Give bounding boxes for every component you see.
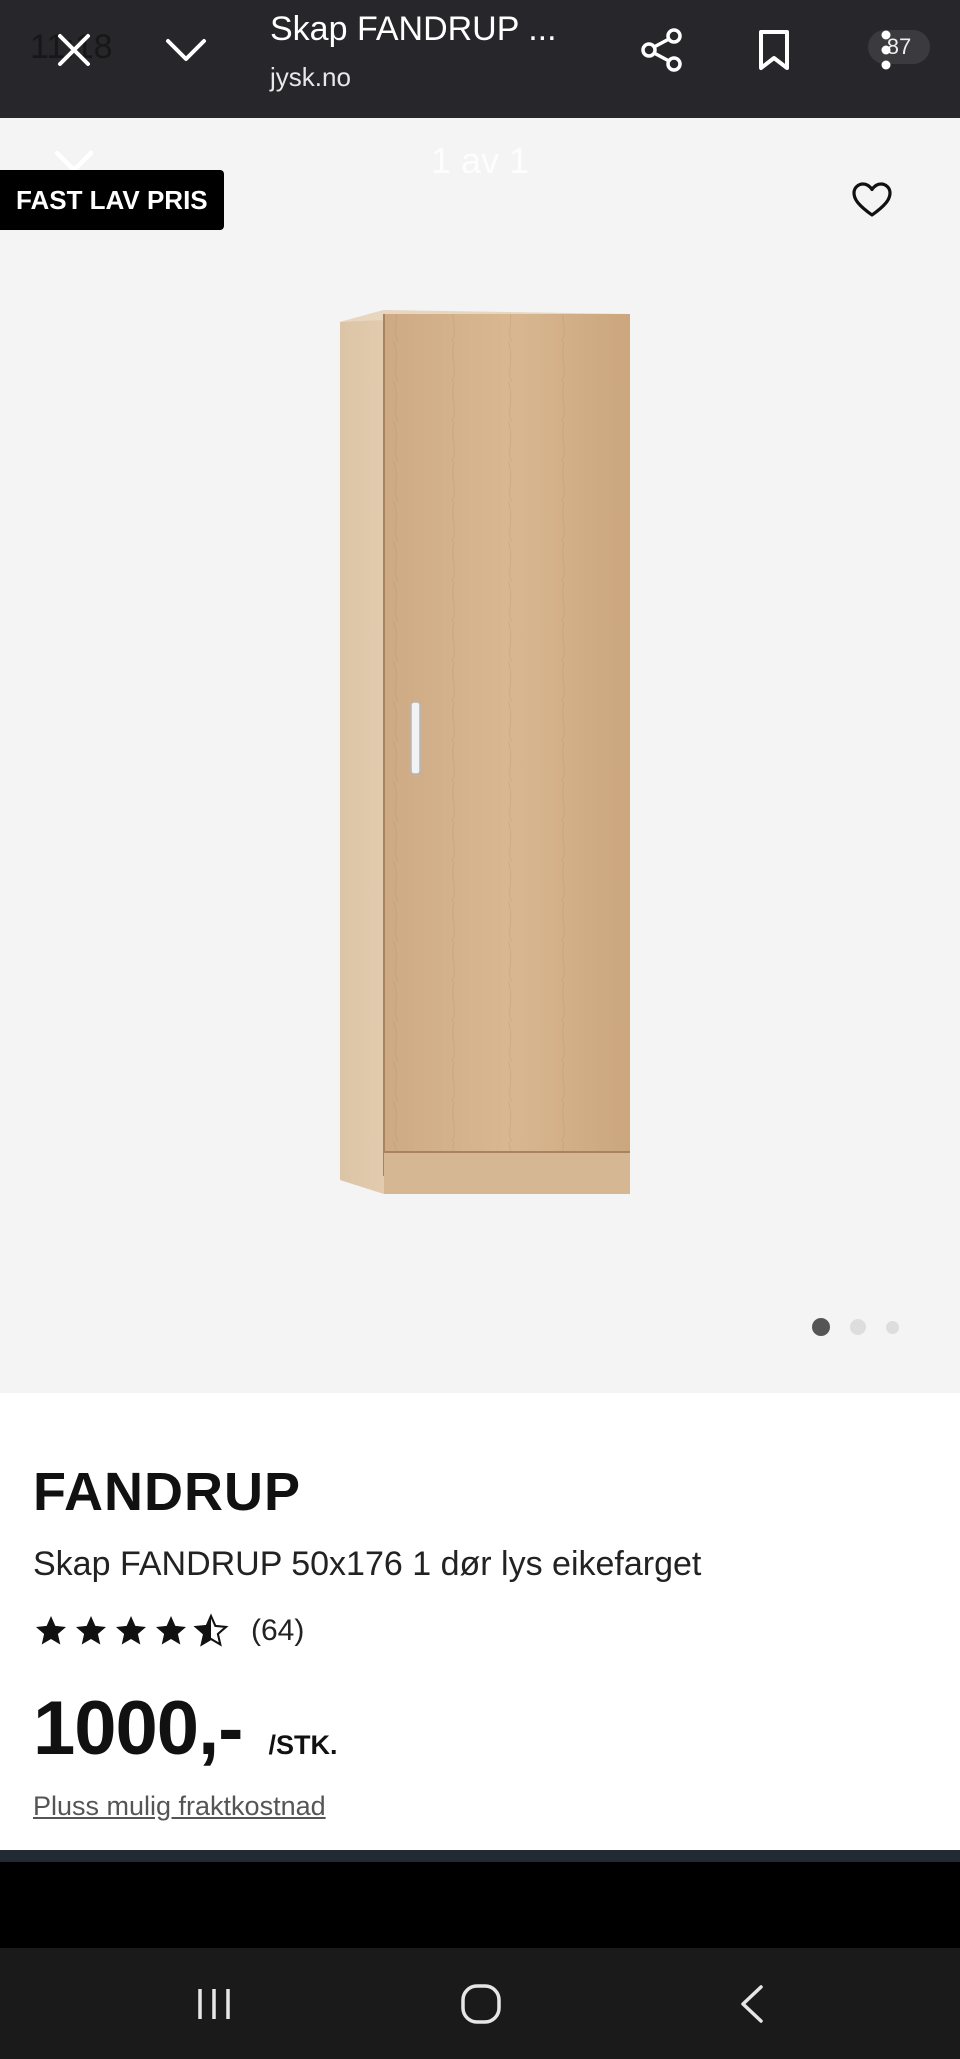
home-icon[interactable] [449,1972,513,2036]
chevron-down-icon[interactable] [158,22,214,78]
page-title[interactable]: Skap FANDRUP ... [270,10,557,49]
product-image [340,310,630,1194]
star-icon [76,1616,106,1645]
back-icon[interactable] [720,1972,784,2036]
bookmark-icon[interactable] [746,22,802,78]
divider [0,1850,960,1862]
product-price: 1000,- [33,1686,243,1771]
recent-apps-icon[interactable] [182,1972,246,2036]
screen: 11:18 87 Skap FANDRUP ... jysk.no [0,0,960,2059]
price-row: 1000,- /STK. [33,1685,338,1772]
product-image-gallery[interactable]: 1 av 1 FAST LAV PRIS [0,118,960,1393]
shipping-cost-link[interactable]: Pluss mulig fraktkostnad [33,1791,326,1822]
price-badge: FAST LAV PRIS [0,170,224,230]
star-rating [33,1613,229,1649]
carousel-dot[interactable] [886,1320,899,1334]
product-name: Skap FANDRUP 50x176 1 dør lys eikefarget [33,1545,702,1583]
star-icon [116,1616,146,1645]
star-icon [156,1616,186,1645]
browser-top-bar: 11:18 87 Skap FANDRUP ... jysk.no [0,0,960,118]
carousel-dot[interactable] [850,1319,866,1335]
more-vertical-icon[interactable] [858,22,914,78]
product-info: FANDRUP Skap FANDRUP 50x176 1 dør lys ei… [0,1393,960,1850]
close-icon[interactable] [46,22,102,78]
half-star-icon [193,1613,229,1647]
review-count[interactable]: (64) [251,1614,304,1648]
carousel-dot-active[interactable] [812,1318,830,1336]
favorite-heart-icon[interactable] [846,174,898,226]
rating-row[interactable]: (64) [33,1613,304,1649]
star-icon [36,1616,66,1645]
product-brand: FANDRUP [33,1462,302,1522]
carousel-dots[interactable] [812,1318,899,1336]
empty-area [0,1862,960,1948]
price-unit: /STK. [268,1730,338,1760]
system-navigation-bar [0,1948,960,2059]
share-icon[interactable] [634,22,690,78]
page-url[interactable]: jysk.no [270,62,351,93]
